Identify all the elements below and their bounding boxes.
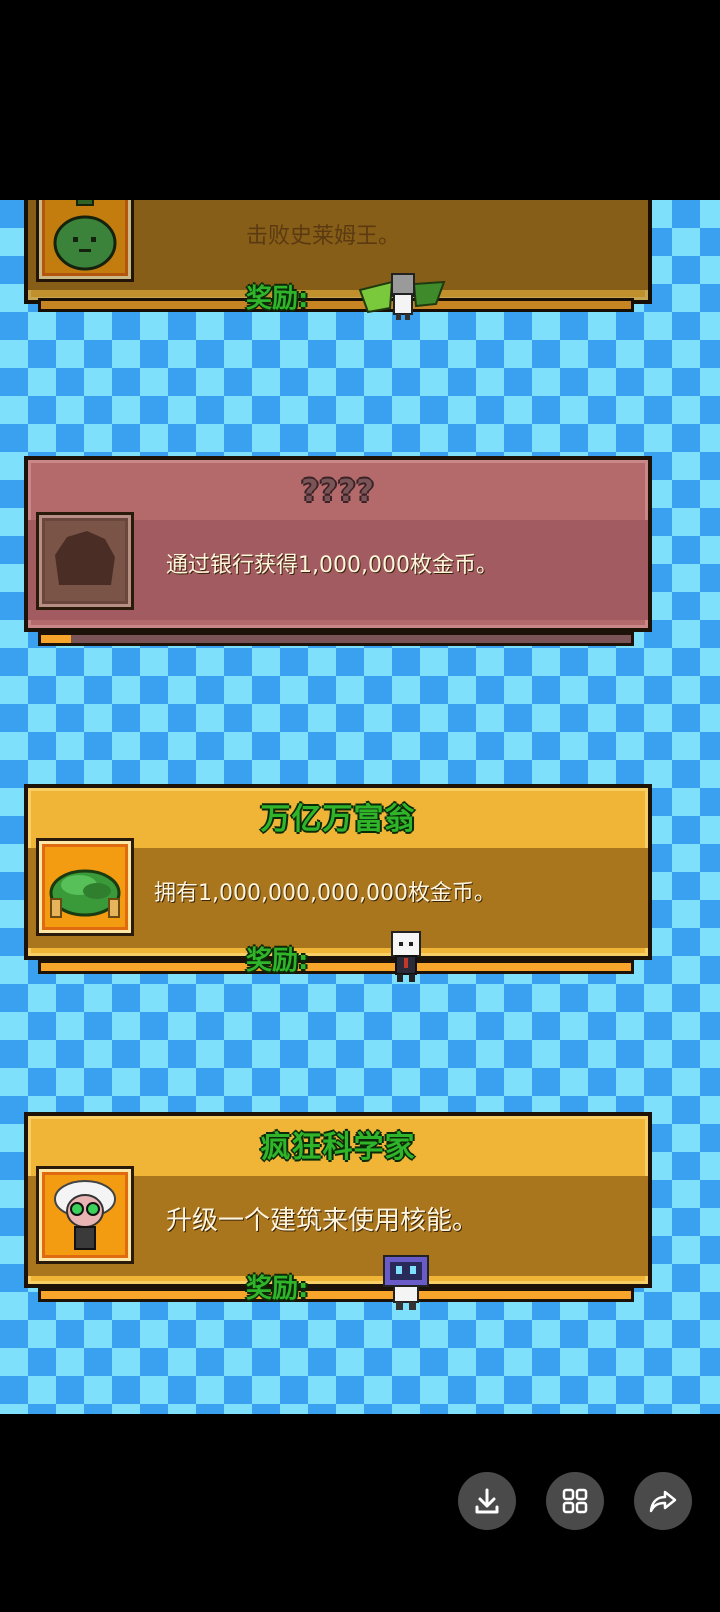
green-slime-potion-icon: [36, 200, 134, 282]
reward-label: 奖励:: [246, 1274, 309, 1304]
progress-fill: [41, 635, 71, 643]
achievement-title: 万亿万富翁: [260, 802, 416, 837]
reward-label: 奖励:: [246, 946, 309, 976]
achievement-card-trillionaire[interactable]: 万亿万富翁 拥有1,000,000,000,000枚金币。 奖励:: [24, 784, 652, 984]
locked-silhouette-icon: [36, 512, 134, 610]
achievement-description: 拥有1,000,000,000,000枚金币。: [154, 881, 496, 906]
achievement-title: ????: [301, 474, 375, 509]
grid-icon: [562, 1488, 588, 1514]
progress-strip: [38, 298, 634, 312]
share-icon: [649, 1490, 677, 1513]
share-button[interactable]: [634, 1472, 692, 1530]
download-icon: [475, 1488, 499, 1514]
winged-ghost-character-icon: [356, 268, 448, 328]
grid-button[interactable]: [546, 1472, 604, 1530]
bottom-action-bar: [0, 1414, 720, 1612]
achievement-card-mad-scientist[interactable]: 疯狂科学家 升级一个建筑来使用核能。 奖励:: [24, 1112, 652, 1312]
robot-character-icon: [378, 1252, 434, 1318]
achievement-description: 升级一个建筑来使用核能。: [166, 1206, 479, 1236]
suit-character-icon: [386, 930, 426, 990]
achievement-card-slime-king[interactable]: 击败史莱姆王。 奖励:: [24, 200, 652, 330]
achievement-description: 通过银行获得1,000,000枚金币。: [166, 553, 498, 578]
achievement-card-locked[interactable]: ???? 通过银行获得1,000,000枚金币。: [24, 456, 652, 656]
reward-label: 奖励:: [246, 284, 309, 314]
achievement-title: 疯狂科学家: [260, 1130, 416, 1165]
mad-scientist-icon: [36, 1166, 134, 1264]
progress-strip: [38, 1288, 634, 1302]
progress-strip: [38, 960, 634, 974]
cash-pile-icon: [36, 838, 134, 936]
progress-strip: [38, 632, 634, 646]
download-button[interactable]: [458, 1472, 516, 1530]
achievements-list[interactable]: 击败史莱姆王。 奖励: ???? 通过银行获得1,000,000枚金币。 万亿万…: [0, 200, 720, 1414]
achievement-description: 击败史莱姆王。: [246, 224, 401, 249]
